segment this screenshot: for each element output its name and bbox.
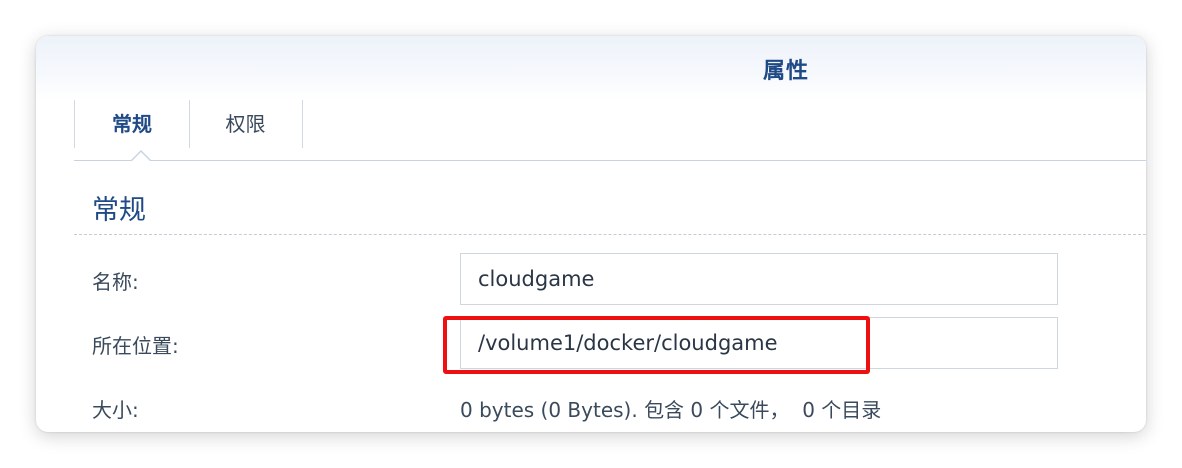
dialog-titlebar[interactable]: 属性	[36, 36, 1146, 100]
properties-dialog: 属性 常规 权限 常规 名称: cloudgame 所在位置: /volume1…	[36, 36, 1146, 432]
tab-permissions[interactable]: 权限	[189, 100, 303, 148]
size-value: 0 bytes (0 Bytes). 包含 0 个文件， 0 个目录	[460, 398, 882, 422]
dialog-title: 属性	[762, 59, 809, 84]
screen: 属性 常规 权限 常规 名称: cloudgame 所在位置: /volume1…	[0, 0, 1182, 468]
section-divider	[74, 234, 1146, 235]
active-tab-pointer-fill	[131, 152, 151, 162]
location-label: 所在位置:	[92, 334, 179, 358]
tab-bar: 常规 权限	[74, 100, 1146, 160]
name-label: 名称:	[92, 270, 139, 294]
name-field[interactable]: cloudgame	[460, 253, 1058, 305]
location-field[interactable]: /volume1/docker/cloudgame	[460, 317, 1058, 369]
tab-general[interactable]: 常规	[74, 100, 190, 148]
section-title: 常规	[92, 195, 146, 226]
tab-bar-divider	[74, 160, 1146, 161]
size-label: 大小:	[92, 398, 139, 422]
